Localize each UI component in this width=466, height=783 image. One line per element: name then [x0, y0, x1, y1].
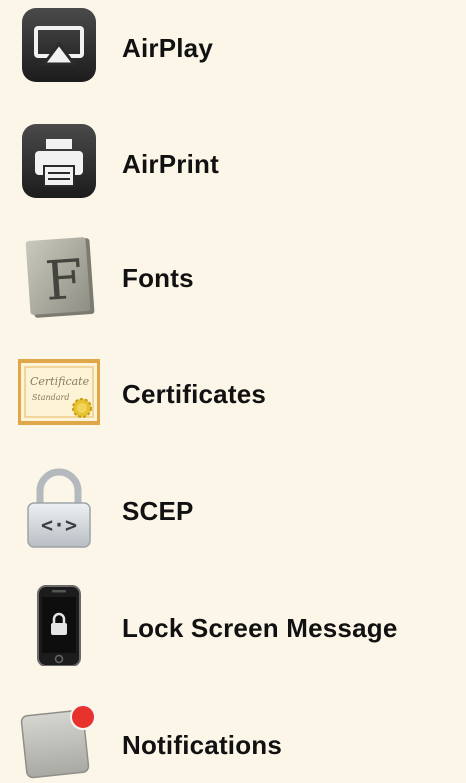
- fonts-icon: F: [18, 236, 100, 318]
- payload-list: AirPlay AirPrint F Fonts Certificate Sta…: [0, 0, 466, 783]
- svg-text:Certificate: Certificate: [30, 375, 90, 388]
- payload-item-certificates[interactable]: Certificate Standard Certificates: [0, 346, 466, 442]
- payload-item-scep[interactable]: <·> SCEP: [0, 463, 466, 559]
- payload-item-airprint[interactable]: AirPrint: [0, 116, 466, 212]
- payload-label: SCEP: [122, 496, 194, 526]
- lock-screen-phone-icon: [18, 584, 100, 666]
- payload-label: AirPrint: [122, 149, 219, 179]
- payload-item-fonts[interactable]: F Fonts: [0, 230, 466, 326]
- airprint-icon: [18, 122, 100, 204]
- notifications-icon: [18, 701, 100, 783]
- payload-label: Fonts: [122, 263, 194, 293]
- payload-label: Notifications: [122, 730, 283, 760]
- svg-text:<·>: <·>: [41, 513, 77, 537]
- payload-item-notifications[interactable]: Notifications: [0, 697, 466, 783]
- payload-label: Lock Screen Message: [122, 613, 398, 643]
- scep-lock-icon: <·>: [18, 467, 100, 549]
- svg-text:F: F: [43, 247, 85, 312]
- payload-label: Certificates: [122, 379, 267, 409]
- payload-label: AirPlay: [122, 33, 214, 63]
- airplay-icon: [18, 6, 100, 88]
- payload-item-airplay[interactable]: AirPlay: [0, 0, 466, 96]
- svg-text:Standard: Standard: [32, 393, 69, 402]
- certificate-icon: Certificate Standard: [18, 352, 100, 434]
- payload-item-lock-screen-message[interactable]: Lock Screen Message: [0, 580, 466, 676]
